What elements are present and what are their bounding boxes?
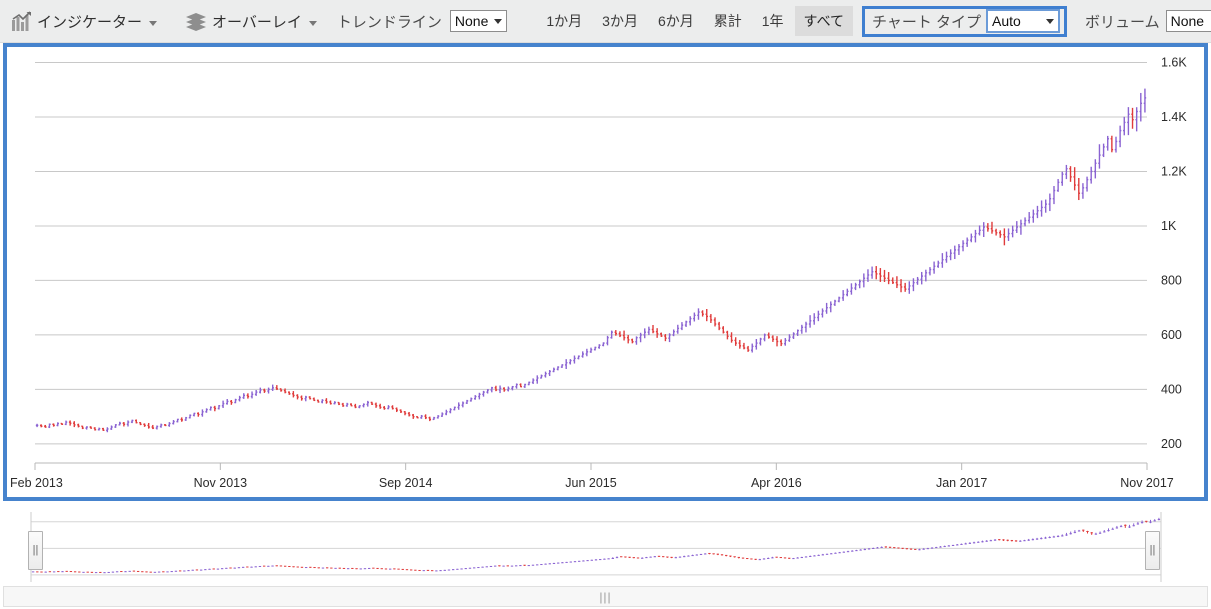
chevron-down-icon [309,21,317,26]
svg-text:Feb 2013: Feb 2013 [10,476,63,490]
range-button-group: 1か月 3か月 6か月 累計 1年 すべて [537,6,853,36]
svg-text:Nov 2013: Nov 2013 [194,476,248,490]
trendline-value: None [455,13,488,29]
navigator-right-handle[interactable]: || [1145,531,1160,570]
indicators-menu-button[interactable]: インジケーター [5,6,163,36]
main-chart-frame[interactable]: 200 400 600 800 1K 1.2K 1.4K 1.6K Feb 2013 Nov 20… [3,43,1208,501]
svg-text:800: 800 [1161,273,1182,287]
volume-value: None [1171,13,1204,29]
stock-chart-app: インジケーター オーバーレイ トレンドライン None 1か月 3か月 [0,0,1211,609]
chart-type-label: チャート タイプ [872,11,981,32]
trendline-label: トレンドライン [337,11,442,32]
chart-toolbar: インジケーター オーバーレイ トレンドライン None 1か月 3か月 [0,0,1211,43]
svg-text:Jan 2017: Jan 2017 [936,476,987,490]
range-button-ytd[interactable]: 累計 [705,6,751,36]
svg-text:Apr 2016: Apr 2016 [751,476,802,490]
overlays-label: オーバーレイ [212,11,302,32]
svg-text:Sep 2014: Sep 2014 [379,476,433,490]
svg-text:400: 400 [1161,382,1182,396]
svg-text:1.6K: 1.6K [1161,55,1187,69]
svg-text:200: 200 [1161,437,1182,451]
volume-select[interactable]: None [1166,10,1211,32]
navigator-right-grip: || [1150,545,1156,556]
chevron-down-icon [149,21,157,26]
range-button-1y[interactable]: 1年 [753,6,793,36]
bar-chart-up-icon [11,11,33,32]
range-button-3m[interactable]: 3か月 [593,6,647,36]
main-plot-area[interactable]: 200 400 600 800 1K 1.2K 1.4K 1.6K Feb 2013 Nov 20… [7,47,1204,497]
chevron-down-icon [1046,19,1054,24]
trendline-select[interactable]: None [450,10,507,32]
horizontal-scrollbar[interactable]: ||| [3,586,1208,607]
indicators-label: インジケーター [37,11,142,32]
svg-text:1.2K: 1.2K [1161,164,1187,178]
volume-group: ボリューム None [1085,10,1211,32]
chart-type-group: チャート タイプ Auto [862,6,1067,37]
chevron-down-icon [494,19,502,24]
range-navigator[interactable]: || || [3,508,1208,586]
volume-label: ボリューム [1085,11,1160,32]
navigator-left-grip: || [33,545,39,556]
scrollbar-grip: ||| [599,591,611,603]
chart-type-value: Auto [992,13,1021,29]
svg-text:1K: 1K [1161,219,1177,233]
navigator-left-handle[interactable]: || [28,531,43,570]
overlays-menu-button[interactable]: オーバーレイ [179,6,323,36]
range-button-all[interactable]: すべて [795,6,853,36]
svg-text:Jun 2015: Jun 2015 [565,476,616,490]
svg-text:Nov 2017: Nov 2017 [1120,476,1174,490]
range-button-6m[interactable]: 6か月 [649,6,703,36]
navigator-svg[interactable] [3,508,1208,586]
price-chart-svg[interactable]: 200 400 600 800 1K 1.2K 1.4K 1.6K Feb 2013 Nov 20… [7,47,1204,497]
layers-icon [185,11,208,32]
svg-text:600: 600 [1161,328,1182,342]
svg-text:1.4K: 1.4K [1161,110,1187,124]
chart-type-select[interactable]: Auto [987,10,1059,32]
range-button-1m[interactable]: 1か月 [537,6,591,36]
